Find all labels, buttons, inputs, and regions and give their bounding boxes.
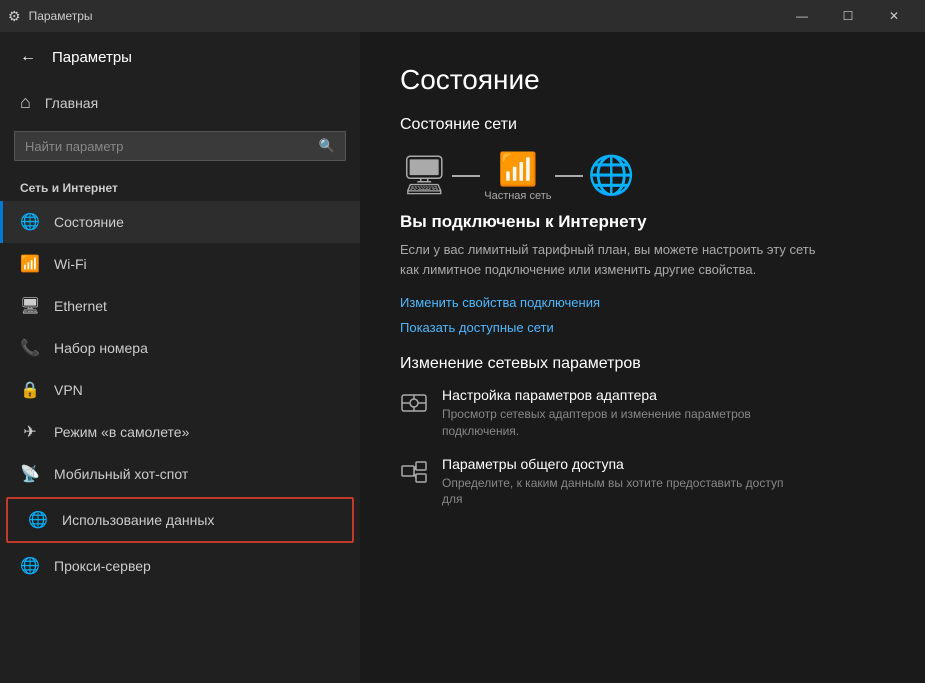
globe-diagram-icon: 🌐 [587, 154, 634, 198]
line2 [555, 175, 583, 177]
page-title: Состояние [400, 64, 885, 96]
minimize-button[interactable]: — [779, 0, 825, 32]
airplane-label: Режим «в самолете» [54, 424, 189, 440]
sidebar-item-status[interactable]: 🌐 Состояние [0, 201, 360, 243]
airplane-icon: ✈ [20, 422, 40, 442]
title-bar: ⚙ Параметры — ☐ ✕ [0, 0, 925, 32]
sharing-settings-item[interactable]: Параметры общего доступа Определите, к к… [400, 456, 885, 509]
section-label: Сеть и Интернет [0, 169, 360, 201]
adapter-settings-text: Настройка параметров адаптера Просмотр с… [442, 387, 802, 440]
home-label: Главная [45, 95, 98, 111]
network-diagram: 🖥 📶 Частная сеть 🌐 [400, 150, 885, 202]
hotspot-icon: 📡 [20, 464, 40, 484]
sidebar-title: Параметры [52, 49, 132, 66]
adapter-settings-item[interactable]: Настройка параметров адаптера Просмотр с… [400, 387, 885, 440]
datausage-icon: 🌐 [28, 510, 48, 530]
sidebar-header: ← Параметры [0, 32, 360, 82]
hotspot-label: Мобильный хот-спот [54, 466, 188, 482]
network-status-heading: Состояние сети [400, 116, 885, 134]
diagram-row: 🖥 📶 Частная сеть 🌐 [400, 150, 635, 202]
sidebar-item-hotspot[interactable]: 📡 Мобильный хот-спот [0, 453, 360, 495]
wifi-label: Wi-Fi [54, 256, 87, 272]
ethernet-label: Ethernet [54, 298, 107, 314]
connected-desc: Если у вас лимитный тарифный план, вы мо… [400, 240, 820, 279]
wifi-nav-icon: 📶 [20, 254, 40, 274]
status-icon: 🌐 [20, 212, 40, 232]
sharing-title: Параметры общего доступа [442, 456, 802, 472]
search-input[interactable] [25, 139, 311, 154]
adapter-title: Настройка параметров адаптера [442, 387, 802, 403]
connected-title: Вы подключены к Интернету [400, 212, 885, 232]
status-label: Состояние [54, 214, 124, 230]
sidebar-item-proxy[interactable]: 🌐 Прокси-сервер [0, 545, 360, 587]
sidebar-item-vpn[interactable]: 🔒 VPN [0, 369, 360, 411]
proxy-icon: 🌐 [20, 556, 40, 576]
sharing-settings-text: Параметры общего доступа Определите, к к… [442, 456, 802, 509]
line1 [452, 175, 480, 177]
dialup-label: Набор номера [54, 340, 148, 356]
close-button[interactable]: ✕ [871, 0, 917, 32]
link-properties[interactable]: Изменить свойства подключения [400, 295, 885, 310]
back-button[interactable]: ← [16, 44, 40, 70]
wifi-area: 📶 Частная сеть [484, 150, 551, 202]
app-container: ← Параметры ⌂ Главная 🔍 Сеть и Интернет … [0, 32, 925, 683]
connected-section: Вы подключены к Интернету Если у вас лим… [400, 212, 885, 279]
sidebar-item-ethernet[interactable]: 🖥 Ethernet [0, 285, 360, 327]
sidebar: ← Параметры ⌂ Главная 🔍 Сеть и Интернет … [0, 32, 360, 683]
sidebar-item-airplane[interactable]: ✈ Режим «в самолете» [0, 411, 360, 453]
title-bar-title: Параметры [29, 9, 93, 23]
vpn-label: VPN [54, 382, 83, 398]
sharing-icon [400, 458, 428, 493]
window-controls: — ☐ ✕ [779, 0, 917, 32]
search-icon: 🔍 [319, 138, 335, 154]
change-settings-heading: Изменение сетевых параметров [400, 355, 885, 373]
link-available[interactable]: Показать доступные сети [400, 320, 885, 335]
ethernet-icon: 🖥 [20, 296, 40, 316]
vpn-icon: 🔒 [20, 380, 40, 400]
pc-icon: 🖥 [400, 154, 448, 198]
sidebar-item-datausage[interactable]: 🌐 Использование данных [6, 497, 354, 543]
sharing-desc: Определите, к каким данным вы хотите пре… [442, 475, 802, 509]
app-icon: ⚙ [8, 8, 21, 25]
adapter-icon [400, 389, 428, 424]
dialup-icon: 📞 [20, 338, 40, 358]
network-label: Частная сеть [484, 190, 551, 202]
main-content: Состояние Состояние сети 🖥 📶 Частная сет… [360, 32, 925, 683]
sidebar-item-dialup[interactable]: 📞 Набор номера [0, 327, 360, 369]
maximize-button[interactable]: ☐ [825, 0, 871, 32]
proxy-label: Прокси-сервер [54, 558, 151, 574]
wifi-diagram-icon: 📶 [498, 150, 538, 188]
datausage-label: Использование данных [62, 512, 214, 528]
sidebar-item-wifi[interactable]: 📶 Wi-Fi [0, 243, 360, 285]
home-icon: ⌂ [20, 92, 31, 113]
adapter-desc: Просмотр сетевых адаптеров и изменение п… [442, 406, 802, 440]
home-nav-item[interactable]: ⌂ Главная [0, 82, 360, 123]
search-box[interactable]: 🔍 [14, 131, 346, 161]
